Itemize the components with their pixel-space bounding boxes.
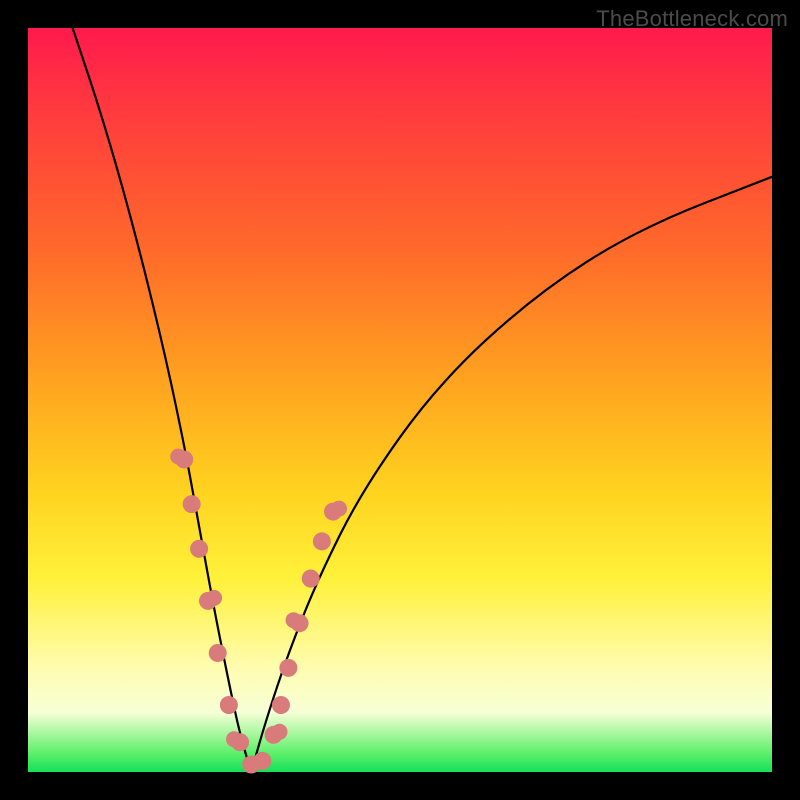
bead-markers	[170, 449, 347, 778]
curve-right-branch	[251, 177, 772, 772]
bead-dot	[226, 731, 242, 747]
bead-dot	[286, 612, 302, 628]
bead-dot	[331, 501, 347, 517]
bead	[218, 694, 240, 716]
bead	[189, 538, 210, 559]
watermark-text: TheBottleneck.com	[596, 6, 788, 32]
curve-left-branch	[73, 28, 252, 772]
bead-dot	[206, 590, 222, 606]
bottleneck-curve	[28, 28, 772, 772]
plot-area	[28, 28, 772, 772]
chart-frame: TheBottleneck.com	[0, 0, 800, 800]
bead-dot	[170, 449, 186, 465]
bead-dot	[272, 724, 288, 740]
bead	[300, 568, 322, 590]
bead	[181, 494, 202, 515]
bead	[310, 530, 333, 553]
